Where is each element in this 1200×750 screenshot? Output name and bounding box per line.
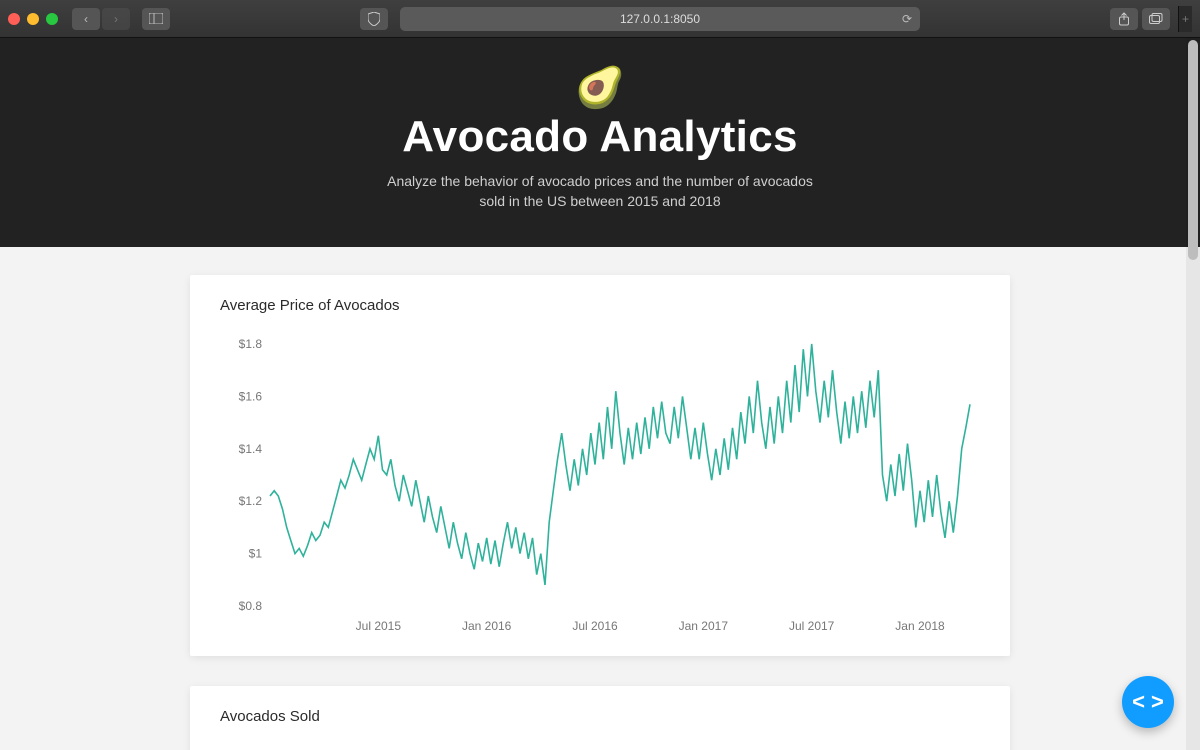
y-tick-label: $1.2 <box>239 494 263 508</box>
sold-chart-title: Avocados Sold <box>220 708 980 725</box>
nav-buttons: ‹ › <box>72 8 130 30</box>
forward-button[interactable]: › <box>102 8 130 30</box>
tabs-button[interactable] <box>1142 8 1170 30</box>
price-series-line <box>270 344 970 585</box>
x-tick-label: Jan 2017 <box>679 619 729 633</box>
y-tick-label: $1.6 <box>239 390 263 404</box>
viewport: 🥑 Avocado Analytics Analyze the behavior… <box>0 38 1200 750</box>
x-tick-label: Jan 2016 <box>462 619 512 633</box>
sold-chart-card: Avocados Sold <box>190 686 1010 750</box>
page-body: Average Price of Avocados $0.8 $1 $1.2 $1.4… <box>0 247 1200 750</box>
tabs-icon <box>1149 13 1163 25</box>
x-tick-label: Jul 2017 <box>789 619 835 633</box>
page-scroll[interactable]: 🥑 Avocado Analytics Analyze the behavior… <box>0 38 1200 750</box>
new-tab-button[interactable]: + <box>1178 6 1192 32</box>
reload-icon[interactable]: ⟳ <box>902 12 912 26</box>
vertical-scrollbar[interactable] <box>1186 38 1200 750</box>
close-window-button[interactable] <box>8 13 20 25</box>
page-subtitle: Analyze the behavior of avocado prices a… <box>385 172 815 211</box>
share-icon <box>1118 12 1130 26</box>
sidebar-icon <box>149 13 163 24</box>
scrollbar-thumb[interactable] <box>1188 40 1198 260</box>
dash-devtools-button[interactable]: < > <box>1122 676 1174 728</box>
sidebar-toggle-button[interactable] <box>142 8 170 30</box>
price-chart-title: Average Price of Avocados <box>220 297 980 314</box>
minimize-window-button[interactable] <box>27 13 39 25</box>
price-chart-svg: $0.8 $1 $1.2 $1.4 $1.6 $1.8 Jul 2015 Jan 2016 Ju… <box>220 326 980 636</box>
url-text: 127.0.0.1:8050 <box>620 12 700 26</box>
price-chart-card: Average Price of Avocados $0.8 $1 $1.2 $1.4… <box>190 275 1010 656</box>
y-tick-label: $1 <box>249 547 263 561</box>
page-title: Avocado Analytics <box>0 112 1200 162</box>
browser-chrome: ‹ › 127.0.0.1:8050 ⟳ + <box>0 0 1200 38</box>
code-icon: < > <box>1132 689 1164 715</box>
x-tick-label: Jan 2018 <box>895 619 945 633</box>
share-button[interactable] <box>1110 8 1138 30</box>
back-button[interactable]: ‹ <box>72 8 100 30</box>
shield-icon <box>368 12 380 26</box>
y-tick-label: $1.4 <box>239 442 263 456</box>
window-controls <box>8 13 58 25</box>
y-tick-label: $0.8 <box>239 599 263 613</box>
maximize-window-button[interactable] <box>46 13 58 25</box>
address-bar[interactable]: 127.0.0.1:8050 ⟳ <box>400 7 920 31</box>
price-chart[interactable]: $0.8 $1 $1.2 $1.4 $1.6 $1.8 Jul 2015 Jan 2016 Ju… <box>220 326 980 636</box>
sold-chart-placeholder[interactable] <box>220 737 980 750</box>
x-tick-label: Jul 2015 <box>356 619 402 633</box>
y-tick-label: $1.8 <box>239 337 263 351</box>
privacy-report-button[interactable] <box>360 8 388 30</box>
avocado-icon: 🥑 <box>0 68 1200 108</box>
hero: 🥑 Avocado Analytics Analyze the behavior… <box>0 38 1200 247</box>
x-tick-label: Jul 2016 <box>572 619 618 633</box>
